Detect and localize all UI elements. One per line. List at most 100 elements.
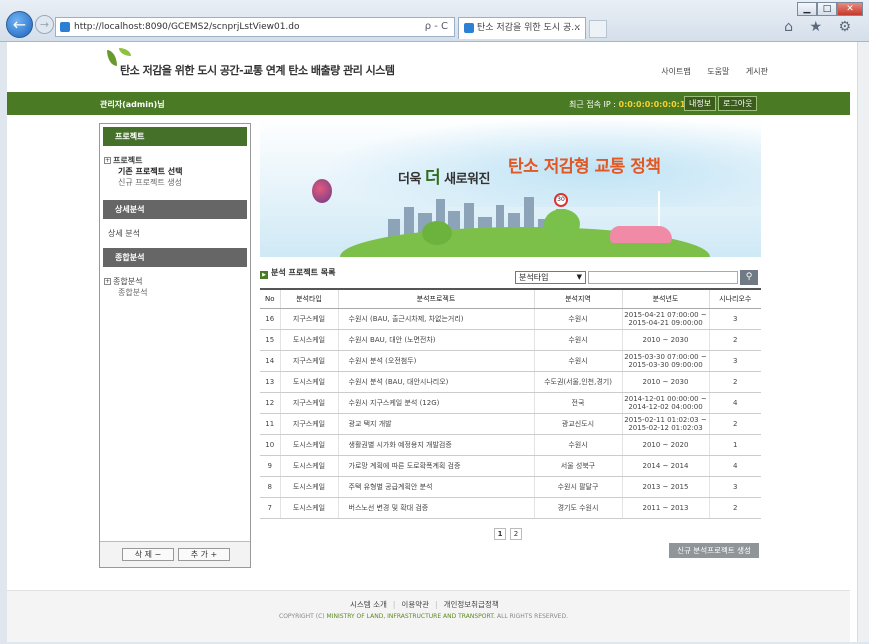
expand-icon[interactable]: + bbox=[104, 278, 111, 285]
table-row[interactable]: 7 도시스케일 버스노선 변경 및 확대 검증 경기도 수원시 2011 ~ 2013 2 bbox=[260, 497, 761, 519]
sitemap-link[interactable]: 사이트맵 bbox=[661, 67, 690, 76]
tree-root-composite[interactable]: + 종합분석 bbox=[104, 276, 242, 287]
page-2-button[interactable]: 2 bbox=[510, 528, 522, 540]
cell-type: 지구스케일 bbox=[279, 308, 338, 330]
cell-region: 전국 bbox=[533, 392, 622, 414]
table-header-row: No 분석타입 분석프로젝트 분석지역 분석년도 시나리오수 bbox=[260, 289, 761, 309]
last-ip-label: 최근 접속 IP : bbox=[569, 100, 619, 109]
cell-name[interactable]: 수원시 BAU, 대안 (노면전차) bbox=[337, 329, 534, 351]
cell-name[interactable]: 수원시 지구스케일 분석 (12G) bbox=[337, 392, 534, 414]
cell-no: 7 bbox=[260, 497, 280, 519]
footer-link-about[interactable]: 시스템 소개 bbox=[350, 600, 387, 609]
my-info-button[interactable]: 내정보 bbox=[684, 96, 717, 111]
cell-period: 2013 ~ 2015 bbox=[621, 476, 709, 498]
sidebar-item-detail[interactable]: 상세 분석 bbox=[100, 219, 250, 248]
table-row[interactable]: 14 지구스케일 수원시 분석 (오전첨두) 수원시 2015-03-30 07:00:… bbox=[260, 350, 761, 372]
cell-type: 도시스케일 bbox=[279, 434, 338, 456]
new-analysis-project-button[interactable]: 신규 분석프로젝트 생성 bbox=[669, 543, 759, 558]
table-row[interactable]: 15 도시스케일 수원시 BAU, 대안 (노면전차) 수원시 2010 ~ 2030 2 bbox=[260, 329, 761, 351]
help-link[interactable]: 도움말 bbox=[707, 67, 729, 76]
user-bar: 관리자(admin)님 최근 접속 IP : 0:0:0:0:0:0:0:1 내… bbox=[7, 92, 850, 115]
back-button[interactable]: ← bbox=[6, 11, 33, 38]
footer: 시스템 소개 | 이용약관 | 개인정보취급정책 COPYRIGHT (C) MINIS… bbox=[7, 590, 850, 642]
tab-title: 탄소 저감을 위한 도시 공... bbox=[477, 23, 580, 33]
footer-link-privacy[interactable]: 개인정보취급정책 bbox=[444, 600, 499, 609]
search-refresh-icons[interactable]: ρ - C bbox=[425, 18, 448, 36]
cell-region: 경기도 수원시 bbox=[533, 497, 622, 519]
tab-page-icon bbox=[464, 23, 474, 33]
table-row[interactable]: 13 도시스케일 수원시 분석 (BAU, 대안시나리오) 수도권(서울,인천,경기)… bbox=[260, 371, 761, 393]
cell-name[interactable]: 광교 택지 개발 bbox=[337, 413, 534, 435]
col-type[interactable]: 분석타입 bbox=[279, 289, 338, 309]
cell-period: 2014 ~ 2014 bbox=[621, 455, 709, 477]
col-scenarios[interactable]: 시나리오수 bbox=[708, 289, 761, 309]
forward-button[interactable]: → bbox=[35, 15, 54, 34]
col-region[interactable]: 분석지역 bbox=[533, 289, 622, 309]
cell-name[interactable]: 버스노선 변경 및 확대 검증 bbox=[337, 497, 534, 519]
cell-type: 도시스케일 bbox=[279, 476, 338, 498]
search-input[interactable] bbox=[588, 271, 738, 284]
logo-leaf-small-icon bbox=[119, 48, 131, 56]
cell-period: 2010 ~ 2030 bbox=[621, 329, 709, 351]
cell-period: 2011 ~ 2013 bbox=[621, 497, 709, 519]
footer-link-terms[interactable]: 이용약관 bbox=[401, 600, 429, 609]
home-favorites-settings-icons[interactable]: ⌂ ★ ⚙ bbox=[784, 19, 857, 35]
cell-name[interactable]: 주택 유형별 공급계획안 분석 bbox=[337, 476, 534, 498]
table-row[interactable]: 16 지구스케일 수원시 (BAU, 출근시차제, 차없는거리) 수원시 2015-04… bbox=[260, 308, 761, 330]
address-bar[interactable]: http://localhost:8090/GCEMS2/scnprjLstVi… bbox=[55, 17, 455, 37]
search-button[interactable]: ⚲ bbox=[740, 270, 758, 285]
add-button[interactable]: 추 가 + bbox=[178, 548, 230, 561]
table-row[interactable]: 8 도시스케일 주택 유형별 공급계획안 분석 수원시 팔달구 2013 ~ 2015 3 bbox=[260, 476, 761, 498]
play-bullet-icon: ▶ bbox=[260, 271, 268, 279]
cell-no: 14 bbox=[260, 350, 280, 372]
admin-name: 관리자(admin)님 bbox=[100, 100, 165, 109]
sidebar-header-project[interactable]: 프로젝트 bbox=[103, 127, 247, 146]
cell-no: 8 bbox=[260, 476, 280, 498]
analysis-type-select[interactable]: 분석타입 ▼ bbox=[515, 271, 586, 284]
col-project[interactable]: 분석프로젝트 bbox=[337, 289, 534, 309]
table-row[interactable]: 12 지구스케일 수원시 지구스케일 분석 (12G) 전국 2014-12-01 00… bbox=[260, 392, 761, 414]
cell-name[interactable]: 수원시 분석 (오전첨두) bbox=[337, 350, 534, 372]
composite-tree: + 종합분석 종합분석 bbox=[100, 267, 250, 298]
cell-type: 지구스케일 bbox=[279, 413, 338, 435]
table-row[interactable]: 10 도시스케일 생활권별 시가화 예정용지 개발검증 수원시 2010 ~ 2020 1 bbox=[260, 434, 761, 456]
sidebar-header-detail[interactable]: 상세분석 bbox=[103, 200, 247, 219]
table-row[interactable]: 11 지구스케일 광교 택지 개발 광교신도시 2015-02-11 01:02:03 … bbox=[260, 413, 761, 435]
col-period[interactable]: 분석년도 bbox=[621, 289, 709, 309]
cell-name[interactable]: 수원시 (BAU, 출근시차제, 차없는거리) bbox=[337, 308, 534, 330]
table-row[interactable]: 9 도시스케일 가로망 계획에 따른 도로확폭계획 검증 서울 성북구 2014 ~ 2… bbox=[260, 455, 761, 477]
windmill-icon bbox=[658, 191, 660, 231]
site-title[interactable]: 탄소 저감을 위한 도시 공간-교통 연계 탄소 배출량 관리 시스템 bbox=[120, 62, 395, 78]
last-ip-value: 0:0:0:0:0:0:0:1 bbox=[618, 100, 686, 109]
logout-button[interactable]: 로그아웃 bbox=[718, 96, 758, 111]
tab-close-icon[interactable]: × bbox=[573, 18, 581, 38]
browser-tab[interactable]: 탄소 저감을 위한 도시 공... × bbox=[458, 17, 586, 39]
cell-name[interactable]: 가로망 계획에 따른 도로확폭계획 검증 bbox=[337, 455, 534, 477]
delete-button[interactable]: 삭 제 − bbox=[122, 548, 174, 561]
cell-period: 2015-04-21 07:00:00 ~ 2015-04-21 09:00:0… bbox=[621, 308, 709, 330]
cell-region: 수도권(서울,인천,경기) bbox=[533, 371, 622, 393]
car-icon bbox=[610, 226, 672, 243]
close-window-button[interactable]: ✕ bbox=[837, 2, 863, 16]
page-content: 탄소 저감을 위한 도시 공간-교통 연계 탄소 배출량 관리 시스템 사이트맵… bbox=[7, 42, 862, 642]
cell-name[interactable]: 생활권별 시가화 예정용지 개발검증 bbox=[337, 434, 534, 456]
sidebar-item-composite[interactable]: 종합분석 bbox=[104, 287, 242, 298]
copyright: COPYRIGHT (C) MINISTRY OF LAND, INFRASTR… bbox=[279, 613, 568, 620]
board-link[interactable]: 게시판 bbox=[746, 67, 768, 76]
page-scrollbar[interactable] bbox=[857, 42, 869, 642]
project-tree: + 프로젝트 기존 프로젝트 선택 신규 프로젝트 생성 bbox=[100, 146, 250, 188]
maximize-button[interactable]: □ bbox=[817, 2, 837, 16]
cell-scenarios: 2 bbox=[708, 371, 761, 393]
col-no[interactable]: No bbox=[260, 289, 280, 309]
expand-icon[interactable]: + bbox=[104, 157, 111, 164]
new-tab-button[interactable] bbox=[589, 20, 607, 38]
cell-scenarios: 2 bbox=[708, 413, 761, 435]
page-1-button[interactable]: 1 bbox=[494, 528, 506, 540]
sidebar-item-existing-project[interactable]: 기존 프로젝트 선택 bbox=[104, 166, 242, 177]
tree-root-project[interactable]: + 프로젝트 bbox=[104, 155, 242, 166]
cell-no: 10 bbox=[260, 434, 280, 456]
cell-name[interactable]: 수원시 분석 (BAU, 대안시나리오) bbox=[337, 371, 534, 393]
sidebar-item-new-project[interactable]: 신규 프로젝트 생성 bbox=[104, 177, 242, 188]
minimize-button[interactable]: ▁ bbox=[797, 2, 817, 16]
sidebar-header-composite[interactable]: 종합분석 bbox=[103, 248, 247, 267]
